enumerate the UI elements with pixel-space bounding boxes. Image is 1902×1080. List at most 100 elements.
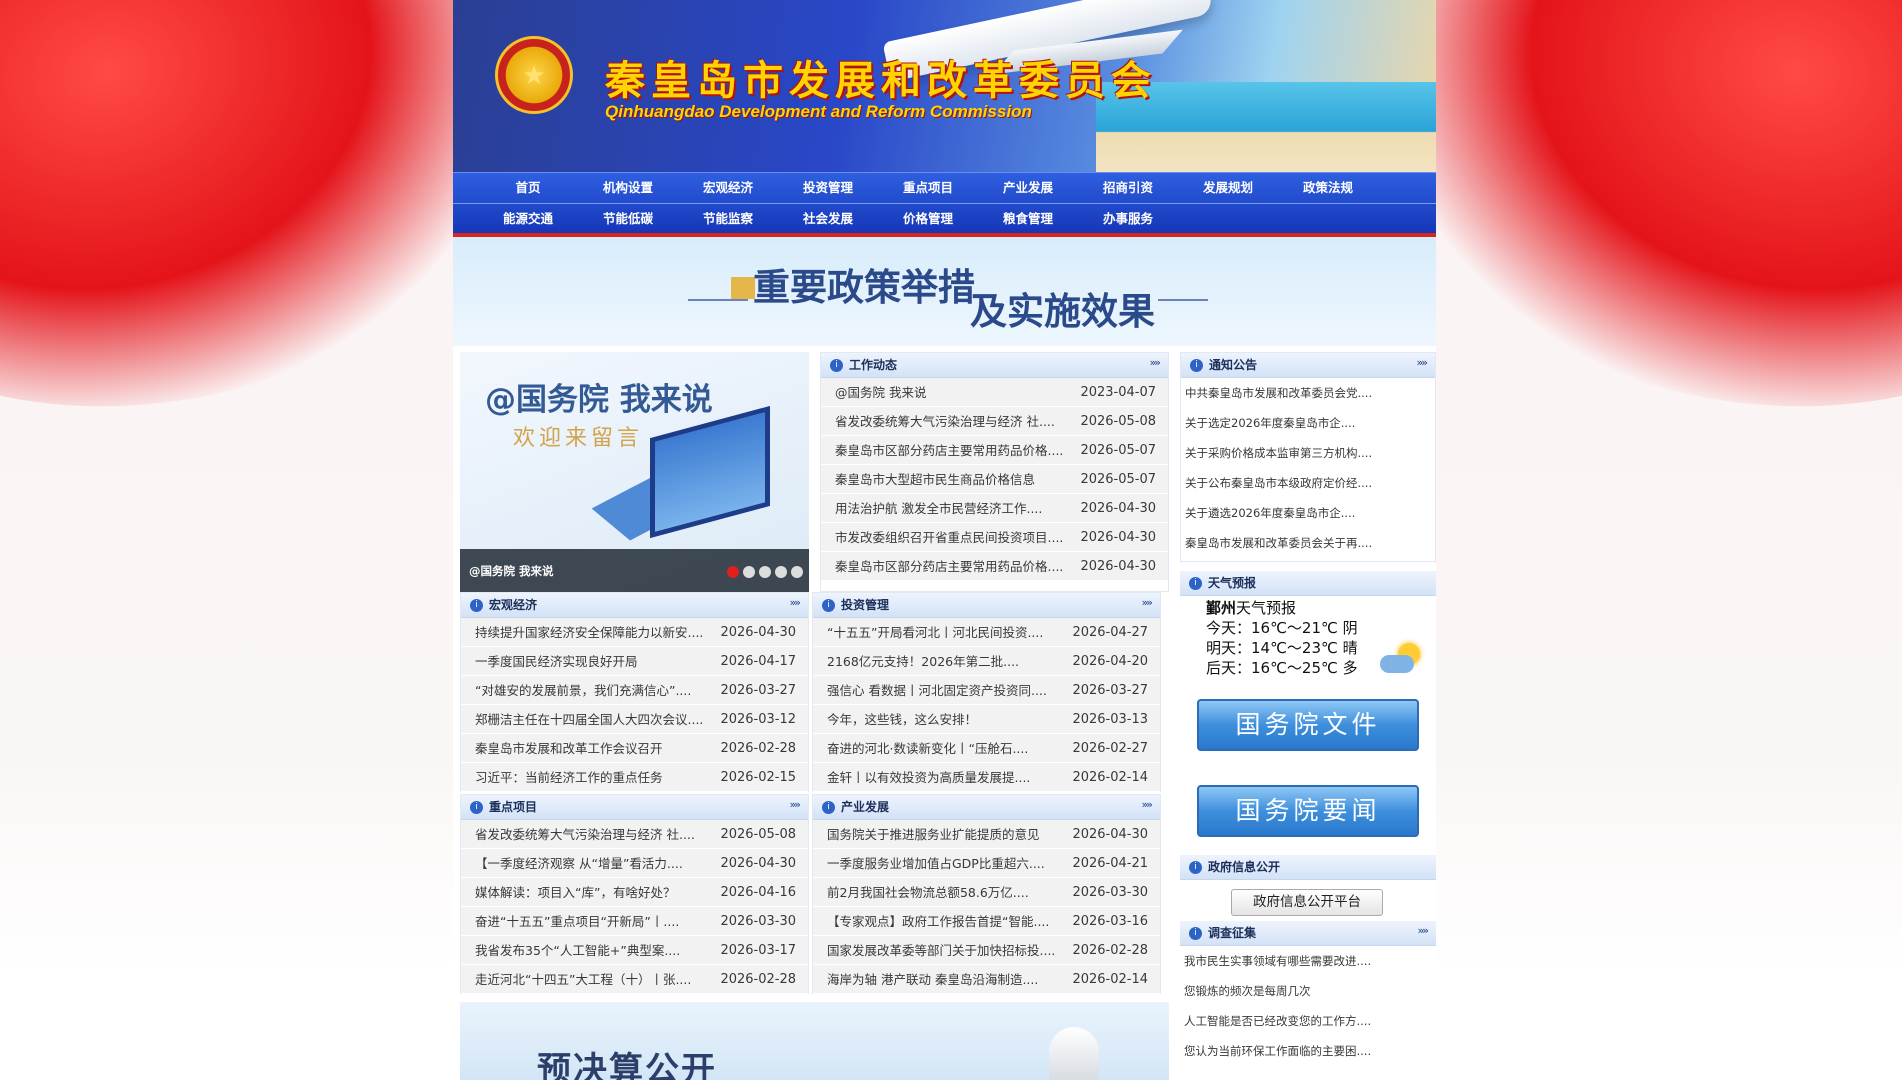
macro-list-item[interactable]: 一季度国民经济实现良好开局 2026-04-17 bbox=[461, 647, 808, 676]
item-date: 2026-02-14 bbox=[1072, 770, 1148, 785]
slider-dot[interactable] bbox=[743, 566, 755, 578]
item-title: 秦皇岛市区部分药店主要常用药品价格.... bbox=[835, 443, 1064, 458]
more-arrows-icon[interactable]: »» bbox=[790, 798, 802, 811]
item-date: 2026-04-30 bbox=[1072, 827, 1148, 842]
slider-dot[interactable] bbox=[727, 566, 739, 578]
nav-item[interactable]: 产业发展 bbox=[978, 173, 1078, 203]
item-date: 2026-03-27 bbox=[720, 683, 796, 698]
nav-item[interactable]: 节能低碳 bbox=[578, 204, 678, 233]
key-list-item[interactable]: 走近河北“十四五”大工程（十）丨张.... 2026-02-28 bbox=[461, 965, 808, 994]
nav-item[interactable]: 宏观经济 bbox=[678, 173, 778, 203]
invest-list-item[interactable]: 强信心 看数据丨河北固定资产投资同.... 2026-03-27 bbox=[813, 676, 1160, 705]
more-arrows-icon[interactable]: »» bbox=[1142, 798, 1154, 811]
item-date: 2026-04-20 bbox=[1072, 654, 1148, 669]
budget-banner[interactable]: 预决算公开 bbox=[460, 1002, 1169, 1080]
key-list-item[interactable]: 媒体解读：项目入“库”，有啥好处？ 2026-04-16 bbox=[461, 878, 808, 907]
policy-banner[interactable]: 重要政策举措 及实施效果 bbox=[453, 237, 1436, 346]
work-title: 工作动态 bbox=[849, 358, 898, 372]
info-icon: i bbox=[822, 801, 835, 814]
industry-list-item[interactable]: 国务院关于推进服务业扩能提质的意见 2026-04-30 bbox=[813, 820, 1160, 849]
more-arrows-icon[interactable]: »» bbox=[1417, 356, 1429, 369]
notice-list-item[interactable]: 中共秦皇岛市发展和改革委员会党.... bbox=[1181, 378, 1435, 408]
work-list-item[interactable]: @国务院 我来说 2023-04-07 bbox=[821, 378, 1168, 407]
nav-item[interactable]: 首页 bbox=[478, 173, 578, 203]
item-date: 2026-04-30 bbox=[1080, 530, 1156, 545]
invest-list-item[interactable]: 金轩丨以有效投资为高质量发展提.... 2026-02-14 bbox=[813, 763, 1160, 792]
nav-item[interactable]: 办事服务 bbox=[1078, 204, 1178, 233]
item-title: 您认为当前环保工作面临的主要困.... bbox=[1184, 1044, 1372, 1058]
survey-list-item[interactable]: 您认为当前环保工作面临的主要困.... bbox=[1180, 1036, 1436, 1066]
notice-list-item[interactable]: 秦皇岛市发展和改革委员会关于再.... bbox=[1181, 528, 1435, 558]
item-date: 2026-03-30 bbox=[720, 914, 796, 929]
more-arrows-icon[interactable]: »» bbox=[790, 596, 802, 609]
industry-list-item[interactable]: 前2月我国社会物流总额58.6万亿.... 2026-03-30 bbox=[813, 878, 1160, 907]
industry-list-item[interactable]: 一季度服务业增加值占GDP比重超六.... 2026-04-21 bbox=[813, 849, 1160, 878]
nav-item[interactable]: 重点项目 bbox=[878, 173, 978, 203]
panel-investment: i 投资管理 »» “十五五”开局看河北丨河北民间投资.... 2026-04-27 21… bbox=[812, 592, 1161, 792]
national-emblem-icon: ★ bbox=[495, 36, 573, 114]
nav-item[interactable]: 能源交通 bbox=[478, 204, 578, 233]
macro-list-item[interactable]: 秦皇岛市发展和改革工作会议召开 2026-02-28 bbox=[461, 734, 808, 763]
item-date: 2026-03-30 bbox=[1072, 885, 1148, 900]
nav-item[interactable]: 发展规划 bbox=[1178, 173, 1278, 203]
state-council-docs-button[interactable]: 国务院文件 bbox=[1197, 699, 1419, 751]
banner-text-1: 重要政策举措 bbox=[753, 265, 975, 309]
gov-info-platform-button[interactable]: 政府信息公开平台 bbox=[1231, 889, 1383, 916]
nav-item[interactable]: 节能监察 bbox=[678, 204, 778, 233]
notice-list-item[interactable]: 关于选定2026年度秦皇岛市企.... bbox=[1181, 408, 1435, 438]
survey-list-item[interactable]: 人工智能是否已经改变您的工作方.... bbox=[1180, 1006, 1436, 1036]
industry-list-item[interactable]: 【专家观点】政府工作报告首提“智能.... 2026-03-16 bbox=[813, 907, 1160, 936]
nav-item[interactable]: 机构设置 bbox=[578, 173, 678, 203]
invest-list-item[interactable]: 奋进的河北·数读新变化丨“压舱石.... 2026-02-27 bbox=[813, 734, 1160, 763]
key-list-item[interactable]: 【一季度经济观察 从“增量”看活力.... 2026-04-30 bbox=[461, 849, 808, 878]
item-title: 前2月我国社会物流总额58.6万亿.... bbox=[827, 885, 1029, 900]
more-arrows-icon[interactable]: »» bbox=[1142, 596, 1154, 609]
invest-list-item[interactable]: 今年，这些钱，这么安排！ 2026-03-13 bbox=[813, 705, 1160, 734]
notice-list-item[interactable]: 关于遴选2026年度秦皇岛市企.... bbox=[1181, 498, 1435, 528]
item-date: 2026-05-07 bbox=[1080, 443, 1156, 458]
key-list-item[interactable]: 奋进“十五五”重点项目“开新局”丨.... 2026-03-30 bbox=[461, 907, 808, 936]
nav-row-1: 首页 机构设置 宏观经济 投资管理 重点项目 产业发展 招商引资 发展规划 政策法规 bbox=[453, 173, 1436, 203]
item-title: 秦皇岛市发展和改革委员会关于再.... bbox=[1185, 536, 1373, 550]
industry-list-item[interactable]: 国家发展改革委等部门关于加快招标投.... 2026-02-28 bbox=[813, 936, 1160, 965]
work-list-item[interactable]: 市发改委组织召开省重点民间投资项目.... 2026-04-30 bbox=[821, 523, 1168, 552]
slider-dot[interactable] bbox=[775, 566, 787, 578]
key-list-item[interactable]: 省发改委统筹大气污染治理与经济 社.... 2026-05-08 bbox=[461, 820, 808, 849]
macro-list-item[interactable]: 持续提升国家经济安全保障能力以新安.... 2026-04-30 bbox=[461, 618, 808, 647]
item-title: 我市民生实事领域有哪些需要改进.... bbox=[1184, 954, 1372, 968]
nav-item[interactable]: 社会发展 bbox=[778, 204, 878, 233]
nav-item[interactable]: 粮食管理 bbox=[978, 204, 1078, 233]
macro-list-item[interactable]: 习近平：当前经济工作的重点任务 2026-02-15 bbox=[461, 763, 808, 792]
item-date: 2026-02-15 bbox=[720, 770, 796, 785]
industry-title: 产业发展 bbox=[841, 800, 890, 814]
notice-list-item[interactable]: 关于公布秦皇岛市本级政府定价经.... bbox=[1181, 468, 1435, 498]
more-arrows-icon[interactable]: »» bbox=[1150, 356, 1162, 369]
invest-list-item[interactable]: 2168亿元支持！2026年第二批.... 2026-04-20 bbox=[813, 647, 1160, 676]
item-title: 国务院关于推进服务业扩能提质的意见 bbox=[827, 827, 1040, 842]
macro-list-item[interactable]: “对雄安的发展前景，我们充满信心”.... 2026-03-27 bbox=[461, 676, 808, 705]
work-header: i 工作动态 »» bbox=[821, 353, 1168, 378]
more-arrows-icon[interactable]: »» bbox=[1418, 924, 1430, 937]
slider-dot[interactable] bbox=[791, 566, 803, 578]
survey-list-item[interactable]: 我市民生实事领域有哪些需要改进.... bbox=[1180, 946, 1436, 976]
notice-list-item[interactable]: 关于采购价格成本监审第三方机构.... bbox=[1181, 438, 1435, 468]
nav-item[interactable]: 价格管理 bbox=[878, 204, 978, 233]
survey-list-item[interactable]: 您锻炼的频次是每周几次 bbox=[1180, 976, 1436, 1006]
industry-list-item[interactable]: 海岸为轴 港产联动 秦皇岛沿海制造.... 2026-02-14 bbox=[813, 965, 1160, 994]
work-list-item[interactable]: 用法治护航 激发全市民营经济工作.... 2026-04-30 bbox=[821, 494, 1168, 523]
macro-list-item[interactable]: 郑栅洁主任在十四届全国人大四次会议.... 2026-03-12 bbox=[461, 705, 808, 734]
invest-list-item[interactable]: “十五五”开局看河北丨河北民间投资.... 2026-04-27 bbox=[813, 618, 1160, 647]
news-slider[interactable]: @国务院 我来说 欢迎来留言 @国务院 我来说 bbox=[460, 352, 809, 593]
nav-item[interactable]: 政策法规 bbox=[1278, 173, 1378, 203]
slider-dot[interactable] bbox=[759, 566, 771, 578]
work-list-item[interactable]: 省发改委统筹大气污染治理与经济 社.... 2026-05-08 bbox=[821, 407, 1168, 436]
work-list-item[interactable]: 秦皇岛市区部分药店主要常用药品价格.... 2026-05-07 bbox=[821, 436, 1168, 465]
state-council-news-button[interactable]: 国务院要闻 bbox=[1197, 785, 1419, 837]
item-title: 媒体解读：项目入“库”，有啥好处？ bbox=[475, 885, 676, 900]
nav-item[interactable]: 投资管理 bbox=[778, 173, 878, 203]
work-list-item[interactable]: 秦皇岛市大型超市民生商品价格信息 2026-05-07 bbox=[821, 465, 1168, 494]
key-list-item[interactable]: 我省发布35个“人工智能+”典型案.... 2026-03-17 bbox=[461, 936, 808, 965]
banner-accent-block bbox=[731, 277, 755, 299]
nav-item[interactable]: 招商引资 bbox=[1078, 173, 1178, 203]
work-list-item[interactable]: 秦皇岛市区部分药店主要常用药品价格.... 2026-04-30 bbox=[821, 552, 1168, 581]
